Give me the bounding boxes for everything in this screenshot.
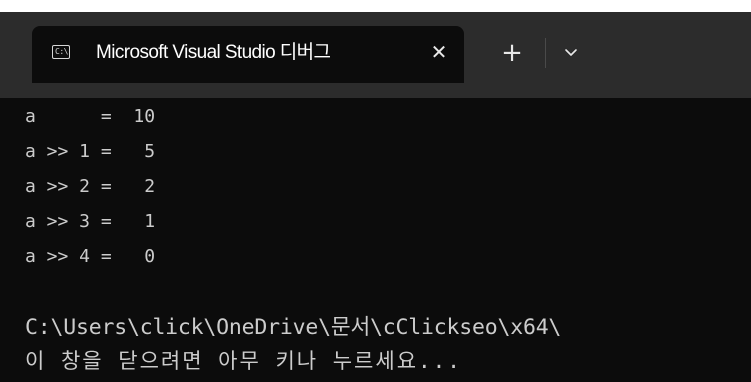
output-line: a >> 3 = 1	[25, 211, 156, 232]
chevron-down-icon[interactable]	[558, 40, 584, 66]
output-line: a >> 4 = 0	[25, 246, 156, 267]
output-line: a = 10	[25, 106, 156, 127]
output-line: a >> 1 = 5	[25, 141, 156, 162]
press-any-key-prompt: 이 창을 닫으려면 아무 키나 누르세요...	[25, 349, 462, 373]
console-icon: C:\	[52, 45, 70, 59]
terminal-window: C:\ Microsoft Visual Studio 디버그 ✕ + a = …	[0, 0, 751, 382]
tab-title: Microsoft Visual Studio 디버그	[96, 42, 331, 63]
scrollbar[interactable]	[742, 98, 751, 382]
tab-divider	[545, 38, 546, 68]
new-tab-button[interactable]: +	[497, 38, 527, 68]
output-line: a >> 2 = 2	[25, 176, 156, 197]
tab-debug-console[interactable]: C:\ Microsoft Visual Studio 디버그 ✕	[32, 26, 464, 83]
terminal-output[interactable]: a = 10 a >> 1 = 5 a >> 2 = 2 a >> 3 = 1 …	[0, 98, 751, 382]
close-icon[interactable]: ✕	[426, 39, 452, 65]
exit-path-line: C:\Users\click\OneDrive\문서\cClickseo\x64…	[25, 315, 562, 340]
title-bar: C:\ Microsoft Visual Studio 디버그 ✕ +	[0, 0, 751, 98]
